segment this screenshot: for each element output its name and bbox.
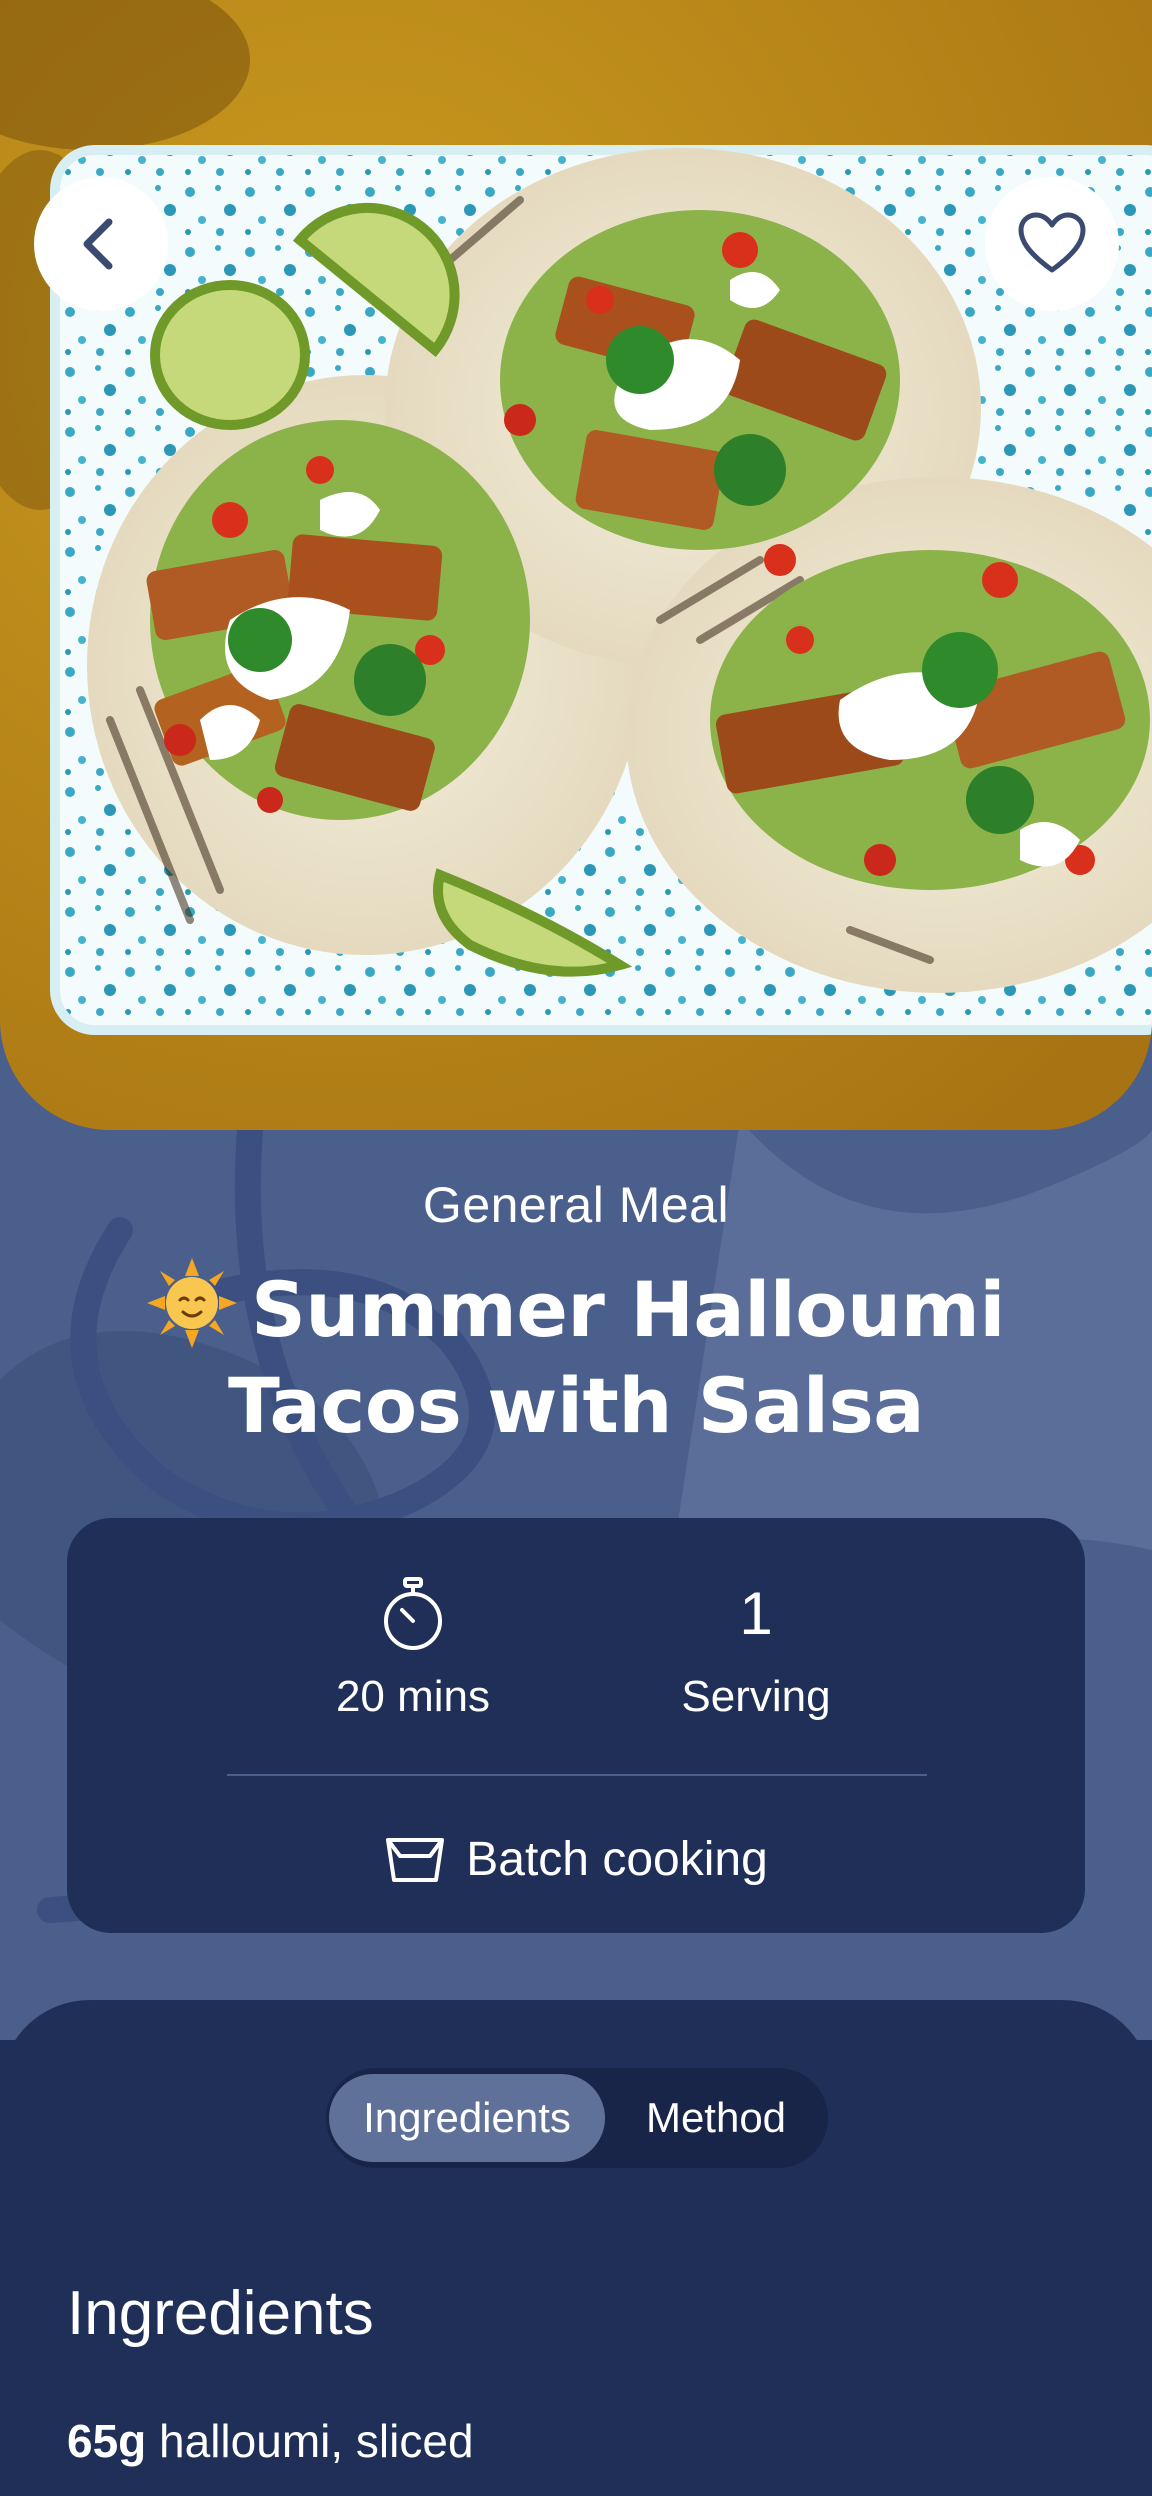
back-button[interactable] bbox=[34, 177, 168, 311]
cook-time-value: 20 mins bbox=[335, 1672, 491, 1721]
recipe-tabs: Ingredients Method bbox=[326, 2068, 828, 2168]
tab-ingredients[interactable]: Ingredients bbox=[329, 2074, 605, 2162]
cook-time-stat: 20 mins bbox=[263, 1570, 563, 1722]
tab-method[interactable]: Method bbox=[606, 2074, 826, 2162]
batch-cooking-info: Batch cooking bbox=[67, 1824, 1085, 1894]
ingredient-quantity: 65g bbox=[67, 2415, 147, 2467]
chevron-left-icon bbox=[83, 218, 113, 270]
card-divider bbox=[227, 1774, 927, 1776]
ingredients-heading: Ingredients bbox=[67, 2279, 374, 2348]
favorite-button[interactable] bbox=[985, 177, 1119, 311]
recipe-title: Summer Halloumi Tacos with Salsa bbox=[90, 1258, 1062, 1454]
ingredient-name: halloumi, sliced bbox=[159, 2415, 474, 2467]
sun-with-face-icon bbox=[147, 1258, 238, 1348]
ingredient-item: 65g halloumi, sliced bbox=[67, 2414, 474, 2468]
batch-cooking-label: Batch cooking bbox=[466, 1832, 768, 1886]
recipe-title-text: Summer Halloumi Tacos with Salsa bbox=[227, 1265, 1005, 1450]
container-icon bbox=[386, 1838, 445, 1882]
recipe-hero-image bbox=[0, 0, 1152, 1130]
servings-number: 1 bbox=[739, 1580, 773, 1647]
recipe-info-card: 20 mins 1 Serving Batch cooking bbox=[67, 1518, 1085, 1933]
servings-label: Serving bbox=[681, 1672, 831, 1721]
servings-stat: 1 Serving bbox=[606, 1570, 906, 1722]
tacos-photo bbox=[0, 0, 1152, 1130]
recipe-category: General Meal bbox=[422, 1177, 730, 1233]
heart-outline-icon bbox=[1018, 212, 1086, 273]
stopwatch-icon bbox=[384, 1577, 442, 1650]
